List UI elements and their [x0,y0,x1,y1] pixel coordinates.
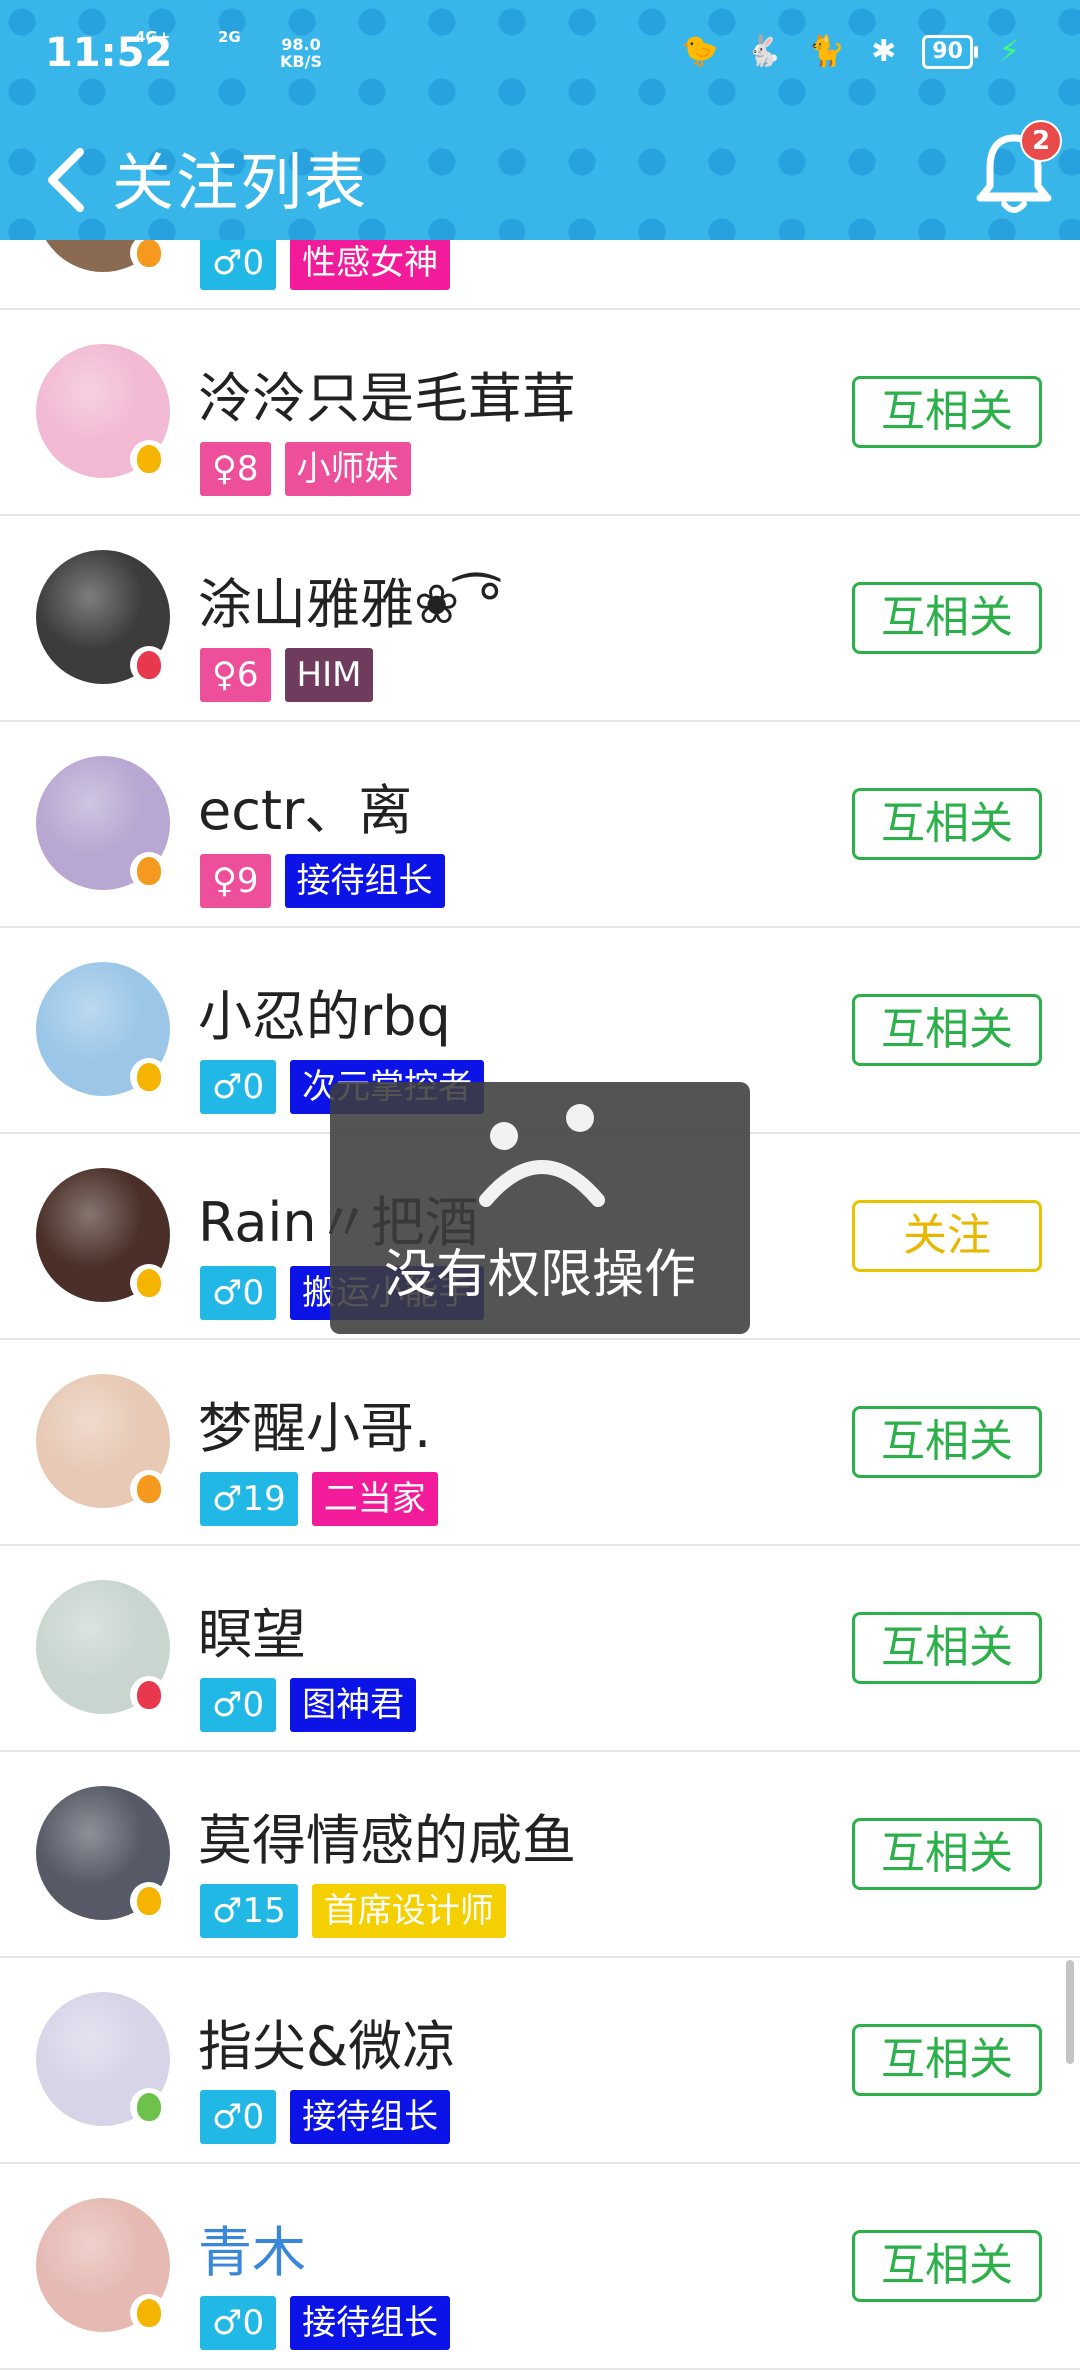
mutual-follow-button[interactable]: 互相关 [852,1818,1042,1890]
user-name[interactable]: 莫得情感的咸鱼 [198,1796,576,1875]
duck-icon: 🐤 [681,34,719,69]
speed-unit: KB/S [280,52,322,71]
status-bar: 11:52 4G+ 2G 98.0 KB/S 🐤 🐇 🐈 ✱ 90 ⚡ [0,0,1080,110]
user-name[interactable]: ectr、离 [198,766,412,845]
toast-message: 没有权限操作 [383,1245,696,1305]
status-icons: 🐤 🐇 🐈 ✱ 90 ⚡ [681,34,1020,69]
bluetooth-icon: ✱ [871,34,897,69]
mutual-follow-button[interactable]: 互相关 [852,788,1042,860]
title-badge: 性感女神 [290,236,451,290]
fruit-badge-icon [130,1882,168,1920]
list-item[interactable]: ectr、离 ♀9 接待组长 互相关 [0,722,1080,928]
gender-level-badge: ♂19 [200,1472,298,1526]
title-badge: 二当家 [311,1472,438,1526]
app-header: 11:52 4G+ 2G 98.0 KB/S 🐤 🐇 🐈 ✱ 90 ⚡ 关注列表 [0,0,1080,240]
back-button[interactable] [40,140,100,220]
fruit-badge-icon [130,852,168,890]
notification-button[interactable]: 2 [974,120,1062,220]
permission-toast: 没有权限操作 [330,1082,750,1334]
user-tags: ♂0 图神君 [200,1678,417,1732]
mutual-follow-button[interactable]: 互相关 [852,2230,1042,2302]
user-name[interactable]: 小忍的rbq [198,972,451,1051]
title-badge: HIM [284,648,374,702]
network-indicator-2: 2G [218,28,241,46]
gender-level-badge: ♂0 [200,1060,277,1114]
mutual-follow-button[interactable]: 互相关 [852,376,1042,448]
fruit-badge-icon [130,1470,168,1508]
gender-level-badge: ♂0 [200,1266,277,1320]
battery-icon: 90 [922,34,978,69]
network-speed: 98.0 KB/S [280,36,322,70]
gender-level-badge: ♀6 [200,648,271,702]
rabbit-icon: 🐇 [744,34,782,69]
fruit-badge-icon [130,2294,168,2332]
speed-value: 98.0 [281,35,321,54]
network-type-2g: 2G [218,28,241,46]
user-tags: ♂0 性感女神 [200,236,451,290]
network-indicator: 4G+ [135,28,170,46]
network-type-4g: 4G+ [135,28,171,46]
user-tags: ♂0 接待组长 [200,2296,451,2350]
user-tags: ♀8 小师妹 [200,442,411,496]
mutual-follow-button[interactable]: 互相关 [852,994,1042,1066]
scrollbar[interactable] [1066,1960,1074,2064]
fruit-badge-icon [130,1058,168,1096]
gender-level-badge: ♂0 [200,236,277,290]
back-arrow-icon [48,148,84,212]
nav-bar: 关注列表 2 [0,110,1080,240]
title-badge: 接待组长 [290,2296,451,2350]
title-badge: 小师妹 [284,442,411,496]
fruit-badge-icon [130,440,168,478]
title-badge: 接待组长 [290,2090,451,2144]
user-name[interactable]: 青木 [198,2208,306,2287]
list-item[interactable]: 瞑望 ♂0 图神君 互相关 [0,1546,1080,1752]
user-name[interactable]: 涂山雅雅❀ ͡° [198,560,503,639]
user-name[interactable]: 梦醒小哥. [198,1384,431,1463]
list-item[interactable]: 梦醒小哥. ♂19 二当家 互相关 [0,1340,1080,1546]
mutual-follow-button[interactable]: 互相关 [852,1406,1042,1478]
fruit-badge-icon [130,2088,168,2126]
mutual-follow-button[interactable]: 互相关 [852,582,1042,654]
charging-icon: ⚡ [998,34,1020,69]
title-badge: 图神君 [290,1678,417,1732]
user-name[interactable]: 指尖&微凉 [198,2002,456,2081]
gender-level-badge: ♀8 [200,442,271,496]
cat-icon: 🐈 [807,34,846,69]
fruit-badge-icon [130,1264,168,1302]
fruit-badge-icon [130,646,168,684]
title-badge: 接待组长 [284,854,445,908]
user-tags: ♂0 接待组长 [200,2090,451,2144]
gender-level-badge: ♀9 [200,854,271,908]
title-badge: 首席设计师 [311,1884,506,1938]
sad-face-icon [479,1104,605,1207]
gender-level-badge: ♂0 [200,2296,277,2350]
list-item[interactable]: 泠泠只是毛茸茸 ♀8 小师妹 互相关 [0,310,1080,516]
user-name[interactable]: 瞑望 [198,1590,306,1669]
user-tags: ♀9 接待组长 [200,854,445,908]
page-title: 关注列表 [112,146,369,219]
user-tags: ♀6 HIM [200,648,374,702]
mutual-follow-button[interactable]: 互相关 [852,2024,1042,2096]
list-item[interactable]: 涂山雅雅❀ ͡° ♀6 HIM 互相关 [0,516,1080,722]
gender-level-badge: ♂0 [200,1678,277,1732]
user-name[interactable]: 泠泠只是毛茸茸 [198,354,576,433]
user-tags: ♂19 二当家 [200,1472,438,1526]
list-item[interactable]: 指尖&微凉 ♂0 接待组长 互相关 [0,1958,1080,2164]
user-tags: ♂15 首席设计师 [200,1884,506,1938]
mutual-follow-button[interactable]: 互相关 [852,1612,1042,1684]
list-item[interactable]: 莫得情感的咸鱼 ♂15 首席设计师 互相关 [0,1752,1080,1958]
notification-badge: 2 [1020,120,1062,162]
follow-button[interactable]: 关注 [852,1200,1042,1272]
list-item[interactable]: 青木 ♂0 接待组长 互相关 [0,2164,1080,2370]
fruit-badge-icon [130,1676,168,1714]
gender-level-badge: ♂0 [200,2090,277,2144]
gender-level-badge: ♂15 [200,1884,298,1938]
